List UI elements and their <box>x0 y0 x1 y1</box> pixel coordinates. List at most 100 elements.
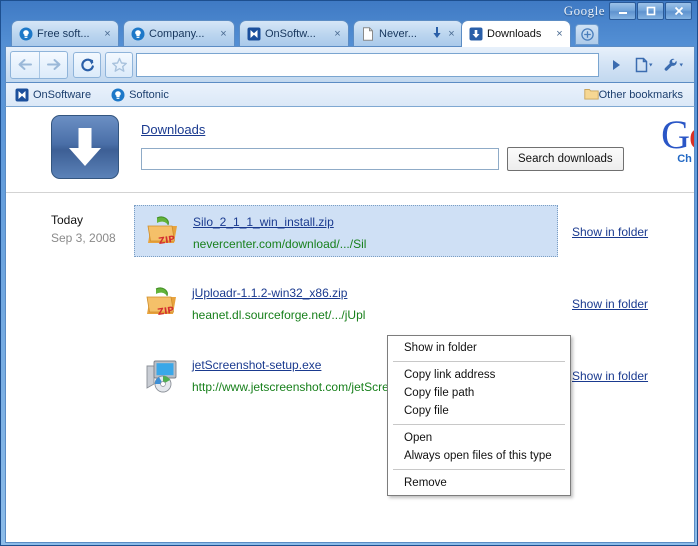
new-tab-button[interactable] <box>575 24 599 45</box>
bookmark-label: Softonic <box>129 88 169 101</box>
tab-close-icon[interactable]: × <box>331 28 344 41</box>
context-menu-separator <box>393 361 565 362</box>
show-in-folder-link[interactable]: Show in folder <box>572 225 648 239</box>
tab-label: Company... <box>149 28 205 40</box>
page-content: Downloads Search downloads Go Ch Today S… <box>5 107 695 543</box>
tab-label: Downloads <box>487 28 542 40</box>
wrench-menu-button[interactable] <box>660 52 690 78</box>
folder-icon <box>583 87 599 103</box>
download-row: Today Sep 3, 2008 ZIP Silo_2_1_1_win_ins… <box>6 199 694 271</box>
minimize-button[interactable] <box>609 2 636 20</box>
page-icon <box>361 27 375 41</box>
download-filename[interactable]: Silo_2_1_1_win_install.zip <box>193 215 334 229</box>
download-url: heanet.dl.sourceforge.net/.../jUpl <box>192 308 366 322</box>
context-menu-item-open[interactable]: Open <box>388 429 570 447</box>
tab-free-soft[interactable]: Free soft... × <box>11 20 119 47</box>
forward-arrow-icon <box>47 59 61 70</box>
context-menu-item-copy-file-path[interactable]: Copy file path <box>388 384 570 402</box>
date-group: Today Sep 3, 2008 <box>51 213 141 245</box>
tab-label: Never... <box>379 28 417 40</box>
search-input[interactable] <box>141 148 499 170</box>
download-icon <box>469 27 483 41</box>
tab-close-icon[interactable]: × <box>217 28 230 41</box>
bookmark-star-button[interactable] <box>105 51 133 78</box>
go-button[interactable] <box>602 52 630 78</box>
download-url: nevercenter.com/download/.../Sil <box>193 237 367 251</box>
window-controls <box>609 2 692 20</box>
softonic-icon <box>131 27 145 41</box>
context-menu-item-show-in-folder[interactable]: Show in folder <box>388 339 570 357</box>
context-menu: Show in folder Copy link address Copy fi… <box>387 335 571 496</box>
tab-close-icon[interactable]: × <box>553 28 566 41</box>
tab-onsoftware[interactable]: OnSoftw... × <box>239 20 349 47</box>
context-menu-item-copy-link-address[interactable]: Copy link address <box>388 366 570 384</box>
reload-button[interactable] <box>73 51 101 78</box>
bookmarks-bar: OnSoftware Softonic Other bookmarks <box>5 83 695 107</box>
download-item-juploadr[interactable]: ZIP jUploadr-1.1.2-win32_x86.zip heanet.… <box>134 277 558 329</box>
close-button[interactable] <box>665 2 692 20</box>
zip-file-icon: ZIP <box>145 213 183 251</box>
back-button[interactable] <box>11 52 39 78</box>
page-title: Downloads <box>141 122 206 137</box>
exe-file-icon <box>144 356 182 394</box>
address-bar[interactable] <box>136 52 599 77</box>
go-arrow-icon <box>612 59 620 70</box>
bookmark-softonic[interactable]: Softonic <box>108 86 172 104</box>
svg-text:ZIP: ZIP <box>158 235 176 247</box>
download-filename[interactable]: jetScreenshot-setup.exe <box>192 358 321 372</box>
onsoftware-icon <box>247 27 261 41</box>
tab-never[interactable]: Never... × <box>353 20 463 47</box>
onsoftware-icon <box>15 88 29 102</box>
browser-window: Google Free soft... × Company... × OnSof… <box>0 0 698 546</box>
downloads-header: Downloads Search downloads Go Ch <box>6 107 694 193</box>
download-arrow-icon <box>51 115 119 179</box>
star-icon <box>111 57 127 72</box>
nav-button-group <box>10 50 68 79</box>
downloads-list: Today Sep 3, 2008 ZIP Silo_2_1_1_win_ins… <box>6 193 694 415</box>
date-group-date: Sep 3, 2008 <box>51 231 116 245</box>
bookmark-label: OnSoftware <box>33 88 92 101</box>
download-item-silo[interactable]: ZIP Silo_2_1_1_win_install.zip nevercent… <box>134 205 558 257</box>
other-bookmarks-button[interactable]: Other bookmarks <box>581 85 686 105</box>
download-search-row: Search downloads <box>141 147 624 171</box>
tab-company[interactable]: Company... × <box>123 20 235 47</box>
address-input[interactable] <box>142 57 593 72</box>
download-filename[interactable]: jUploadr-1.1.2-win32_x86.zip <box>192 286 347 300</box>
date-group-label: Today <box>51 213 84 227</box>
svg-text:ZIP: ZIP <box>157 306 175 318</box>
context-menu-separator <box>393 424 565 425</box>
show-in-folder-link[interactable]: Show in folder <box>572 369 648 383</box>
forward-button[interactable] <box>39 51 67 78</box>
softonic-icon <box>19 27 33 41</box>
chrome-watermark-logo: Go <box>661 112 694 157</box>
other-bookmarks-label: Other bookmarks <box>598 88 683 101</box>
chrome-watermark-subtitle: Ch <box>677 153 692 165</box>
context-menu-item-copy-file[interactable]: Copy file <box>388 402 570 420</box>
context-menu-separator <box>393 469 565 470</box>
tab-downloads[interactable]: Downloads × <box>461 20 571 47</box>
browser-toolbar <box>5 46 695 83</box>
back-arrow-icon <box>18 59 32 70</box>
window-brand-label: Google <box>563 3 605 18</box>
zip-file-icon: ZIP <box>144 284 182 322</box>
page-menu-icon <box>635 57 653 72</box>
tab-strip: Free soft... × Company... × OnSoftw... ×… <box>5 19 695 47</box>
maximize-button[interactable] <box>637 2 664 20</box>
chrome-watermark: Go Ch <box>661 112 694 166</box>
wrench-icon <box>664 58 683 71</box>
context-menu-item-remove[interactable]: Remove <box>388 474 570 492</box>
show-in-folder-link[interactable]: Show in folder <box>572 297 648 311</box>
search-downloads-button[interactable]: Search downloads <box>507 147 624 171</box>
page-menu-button[interactable] <box>630 52 660 78</box>
softonic-icon <box>111 88 125 102</box>
tab-close-icon[interactable]: × <box>445 28 458 41</box>
bookmark-onsoftware[interactable]: OnSoftware <box>12 86 94 104</box>
download-row: jetScreenshot-setup.exe http://www.jetsc… <box>6 343 694 415</box>
tab-download-indicator-icon <box>432 26 442 42</box>
context-menu-item-always-open[interactable]: Always open files of this type <box>388 447 570 465</box>
plus-icon <box>580 28 594 41</box>
tab-label: Free soft... <box>37 28 90 40</box>
download-row: ZIP jUploadr-1.1.2-win32_x86.zip heanet.… <box>6 271 694 343</box>
reload-icon <box>80 58 94 71</box>
tab-close-icon[interactable]: × <box>101 28 114 41</box>
